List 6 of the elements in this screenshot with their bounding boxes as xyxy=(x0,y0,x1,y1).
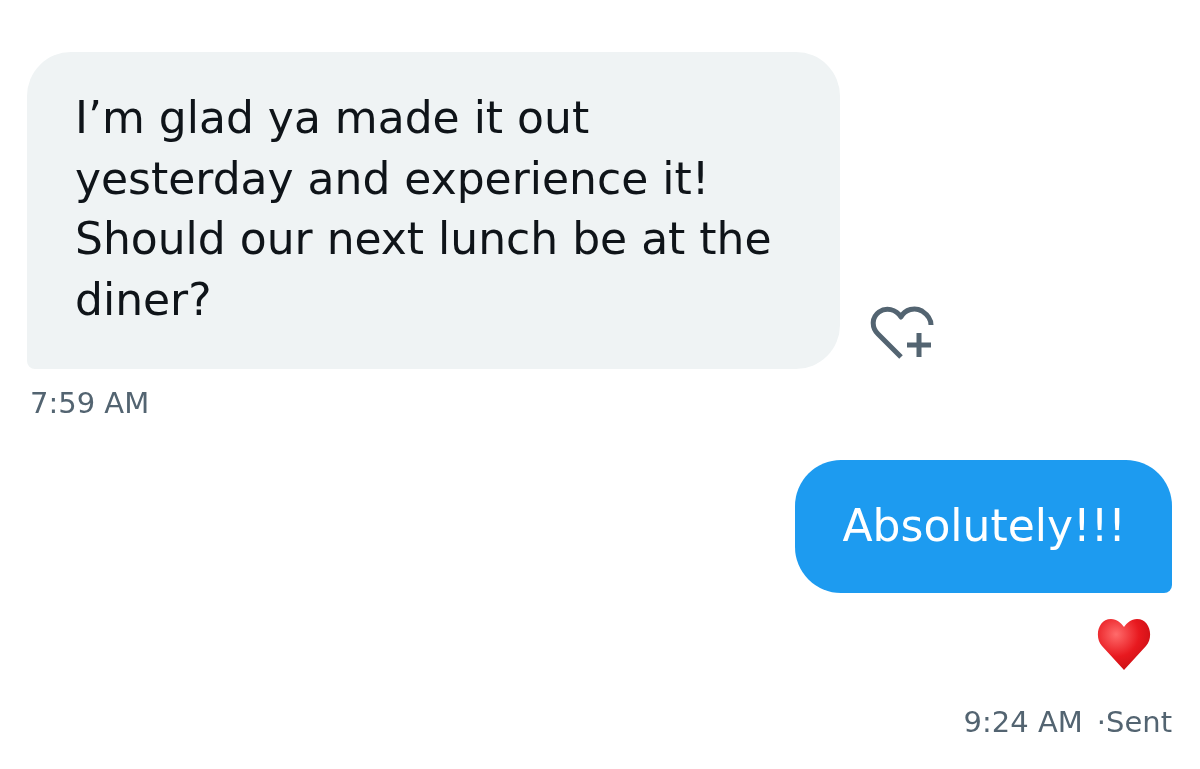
heart-plus-icon[interactable] xyxy=(870,306,934,360)
delivery-status: ·Sent xyxy=(1096,704,1172,740)
timestamp: 7:59 AM xyxy=(30,386,150,421)
message-bubble: I’m glad ya made it out yesterday and experience it! Should our next lunch be at the diner? xyxy=(27,52,840,369)
message-bubble: Absolutely!!! xyxy=(794,460,1172,593)
timestamp: 9:24 AM xyxy=(963,704,1083,740)
